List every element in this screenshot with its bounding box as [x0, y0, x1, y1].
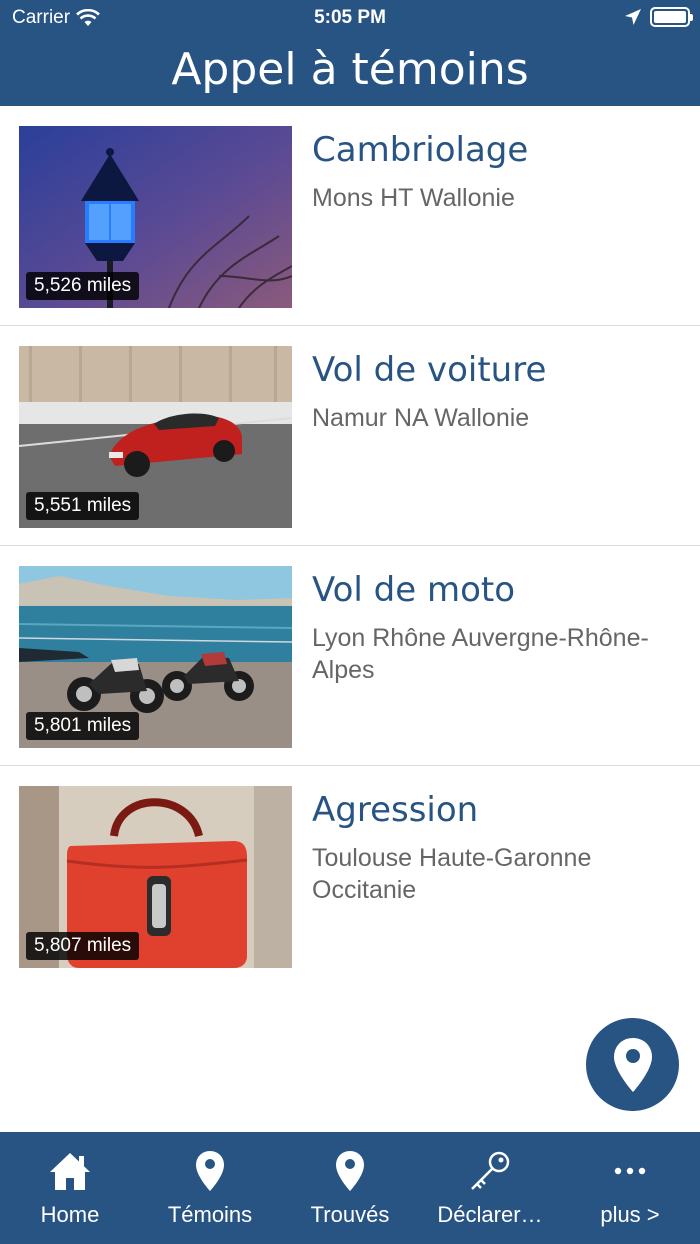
list-item[interactable]: 5,801 miles Vol de moto Lyon Rhône Auver…: [0, 546, 700, 766]
thumbnail-image: 5,801 miles: [19, 566, 292, 748]
more-icon: [614, 1167, 646, 1175]
distance-badge: 5,801 miles: [26, 712, 140, 740]
battery-icon: [650, 7, 693, 27]
thumbnail-image: 5,807 miles: [19, 786, 292, 968]
thumbnail-image: 5,551 miles: [19, 346, 292, 528]
item-title: Agression: [312, 790, 479, 830]
distance-badge: 5,526 miles: [26, 272, 140, 300]
map-pin-icon: [613, 1037, 652, 1092]
tab-label: Home: [40, 1202, 100, 1227]
tab-label: Déclarer…: [437, 1202, 543, 1227]
map-pin-icon: [196, 1151, 224, 1191]
item-location: Toulouse Haute-Garonne Occitanie: [312, 844, 592, 904]
location-arrow-icon: [625, 9, 641, 25]
tab-temoins[interactable]: Témoins: [140, 1132, 280, 1244]
tab-trouves[interactable]: Trouvés: [280, 1132, 420, 1244]
item-location: Mons HT Wallonie: [312, 184, 515, 212]
item-title: Cambriolage: [312, 130, 529, 170]
clock: 5:05 PM: [314, 7, 386, 28]
item-title: Vol de voiture: [312, 350, 547, 390]
tab-bar: Home Témoins Trouvés Déclarer… plus >: [0, 1132, 700, 1244]
item-location: Lyon Rhône Auvergne-Rhône-Alpes: [312, 624, 649, 684]
appeal-list: 5,526 miles Cambriolage Mons HT Wallonie: [0, 106, 700, 986]
list-item[interactable]: 5,807 miles Agression Toulouse Haute-Gar…: [0, 766, 700, 986]
home-icon: [50, 1153, 90, 1190]
list-item[interactable]: 5,551 miles Vol de voiture Namur NA Wall…: [0, 326, 700, 546]
distance-badge: 5,551 miles: [26, 492, 140, 520]
list-item[interactable]: 5,526 miles Cambriolage Mons HT Wallonie: [0, 106, 700, 326]
tab-label: plus >: [600, 1202, 660, 1227]
map-fab-button[interactable]: [586, 1018, 679, 1111]
tab-label: Trouvés: [310, 1202, 390, 1227]
status-bar: Carrier 5:05 PM: [0, 0, 700, 36]
tab-declarer[interactable]: Déclarer…: [420, 1132, 560, 1244]
tab-label: Témoins: [167, 1202, 253, 1227]
tab-home[interactable]: Home: [0, 1132, 140, 1244]
tab-more[interactable]: plus >: [560, 1132, 700, 1244]
navigation-bar: Carrier 5:05 PM Appel à témoins: [0, 0, 700, 106]
map-pin-icon: [336, 1151, 364, 1191]
thumbnail-image: 5,526 miles: [19, 126, 292, 308]
distance-badge: 5,807 miles: [26, 932, 140, 960]
item-location: Namur NA Wallonie: [312, 404, 530, 432]
key-icon: [471, 1151, 510, 1190]
page-title: Appel à témoins: [171, 44, 529, 95]
item-title: Vol de moto: [312, 570, 516, 610]
